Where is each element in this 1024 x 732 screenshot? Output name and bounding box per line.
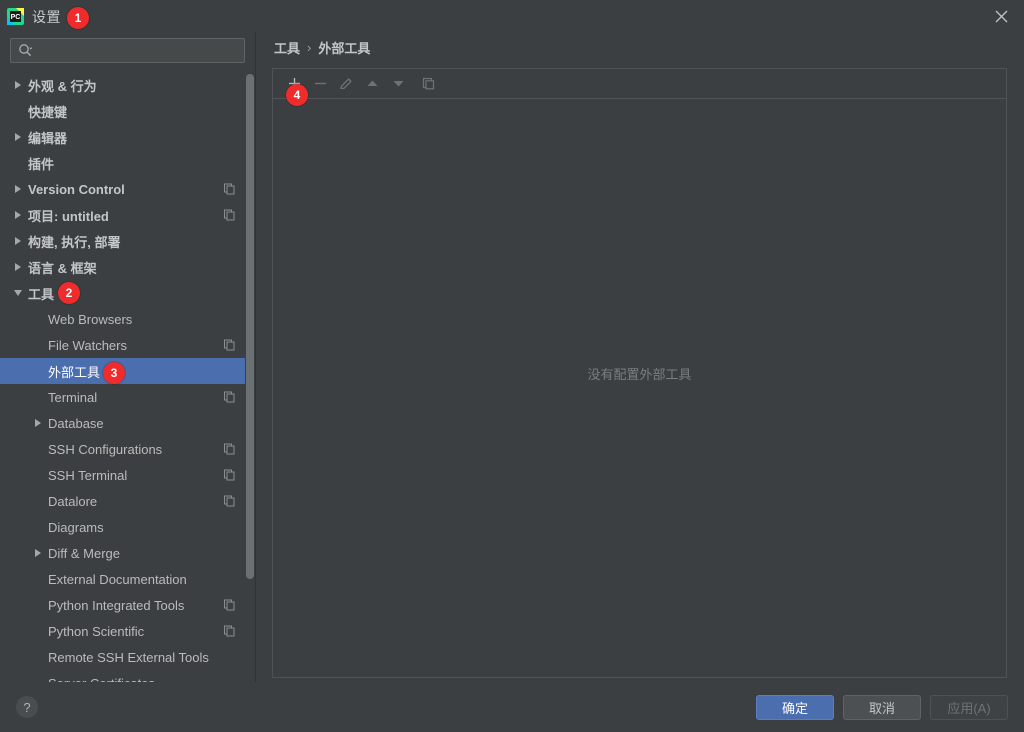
external-tools-panel: 没有配置外部工具 bbox=[272, 68, 1007, 678]
sidebar-item-ssh-configurations[interactable]: SSH Configurations bbox=[0, 436, 255, 462]
project-scope-icon bbox=[223, 391, 236, 404]
sidebar-item-label: 插件 bbox=[28, 156, 55, 172]
sidebar-item-ssh-terminal[interactable]: SSH Terminal bbox=[0, 462, 255, 488]
sidebar-item-label: Python Scientific bbox=[48, 623, 145, 639]
sidebar-item-untitled[interactable]: 项目: untitled bbox=[0, 202, 255, 228]
sidebar-item-label: External Documentation bbox=[48, 571, 187, 587]
search-icon bbox=[17, 43, 33, 59]
sidebar-item-version-control[interactable]: Version Control bbox=[0, 176, 255, 202]
sidebar-item-item-11[interactable]: 外部工具 bbox=[0, 358, 255, 384]
sidebar-item-label: 项目: untitled bbox=[28, 208, 109, 224]
sidebar-item-item-2[interactable]: 编辑器 bbox=[0, 124, 255, 150]
pycharm-icon: PC bbox=[7, 8, 24, 25]
sidebar-item-remote-ssh-external-tools[interactable]: Remote SSH External Tools bbox=[0, 644, 255, 670]
dialog-footer: ? 确定 取消 应用(A) bbox=[0, 682, 1024, 732]
sidebar-item-item-0[interactable]: 外观 & 行为 bbox=[0, 72, 255, 98]
settings-tree: 外观 & 行为 快捷键编辑器插件 Version Control 项目: untitl… bbox=[0, 72, 255, 682]
search-input[interactable] bbox=[33, 40, 244, 61]
chevron-right-icon[interactable] bbox=[10, 211, 26, 219]
sidebar-item-terminal[interactable]: Terminal bbox=[0, 384, 255, 410]
sidebar-item-label: Python Integrated Tools bbox=[48, 597, 185, 613]
settings-sidebar[interactable]: 外观 & 行为 快捷键编辑器插件 Version Control 项目: untitl… bbox=[0, 72, 255, 682]
project-scope-icon bbox=[223, 183, 236, 196]
sidebar-item-file-watchers[interactable]: File Watchers bbox=[0, 332, 255, 358]
sidebar-item-item-1[interactable]: 快捷键 bbox=[0, 98, 255, 124]
sidebar-item-label: File Watchers bbox=[48, 337, 127, 353]
sidebar-item-label: Database bbox=[48, 415, 104, 431]
sidebar-item-label: Web Browsers bbox=[48, 311, 133, 327]
annotation-badge-2: 2 bbox=[58, 282, 80, 304]
sidebar-item-item-7[interactable]: 语言 & 框架 bbox=[0, 254, 255, 280]
project-scope-icon bbox=[223, 209, 236, 222]
sidebar-item-label: 外部工具 bbox=[48, 364, 101, 380]
sidebar-item-diagrams[interactable]: Diagrams bbox=[0, 514, 255, 540]
annotation-badge-4: 4 bbox=[286, 84, 308, 106]
project-scope-icon bbox=[223, 599, 236, 612]
sidebar-item-python-scientific[interactable]: Python Scientific bbox=[0, 618, 255, 644]
project-scope-icon bbox=[223, 469, 236, 482]
breadcrumb-parent[interactable]: 工具 bbox=[274, 38, 300, 57]
sidebar-item-label: 工具 bbox=[28, 286, 55, 302]
sidebar-item-label: 语言 & 框架 bbox=[28, 260, 97, 276]
chevron-right-icon[interactable] bbox=[10, 237, 26, 245]
sidebar-item-label: 构建, 执行, 部署 bbox=[28, 234, 121, 250]
sidebar-item-label: SSH Terminal bbox=[48, 467, 128, 483]
sidebar-item-label: Diagrams bbox=[48, 519, 104, 535]
close-icon[interactable] bbox=[978, 0, 1024, 32]
svg-text:PC: PC bbox=[11, 14, 21, 21]
breadcrumb: 工具 › 外部工具 bbox=[274, 38, 370, 57]
cancel-button[interactable]: 取消 bbox=[843, 695, 921, 720]
chevron-right-icon[interactable] bbox=[10, 133, 26, 141]
sidebar-item-label: 编辑器 bbox=[28, 130, 68, 146]
project-scope-icon bbox=[223, 443, 236, 456]
sidebar-item-diff-merge[interactable]: Diff & Merge bbox=[0, 540, 255, 566]
sidebar-item-database[interactable]: Database bbox=[0, 410, 255, 436]
sidebar-item-label: 快捷键 bbox=[28, 104, 68, 120]
annotation-badge-1: 1 bbox=[67, 7, 89, 29]
annotation-badge-3: 3 bbox=[103, 362, 125, 384]
sidebar-item-label: Terminal bbox=[48, 389, 98, 405]
sidebar-item-label: Remote SSH External Tools bbox=[48, 649, 209, 665]
sidebar-item-label: Version Control bbox=[28, 181, 125, 197]
chevron-down-icon[interactable] bbox=[10, 290, 26, 296]
project-scope-icon bbox=[223, 625, 236, 638]
sidebar-item-external-documentation[interactable]: External Documentation bbox=[0, 566, 255, 592]
sidebar-item-label: 外观 & 行为 bbox=[28, 78, 97, 94]
sidebar-item-item-8[interactable]: 工具 bbox=[0, 280, 255, 306]
sidebar-item-server-certificates[interactable]: Server Certificates bbox=[0, 670, 255, 683]
ok-button[interactable]: 确定 bbox=[756, 695, 834, 720]
settings-search-box[interactable] bbox=[10, 38, 245, 63]
project-scope-icon bbox=[223, 495, 236, 508]
sidebar-scrollbar-thumb[interactable] bbox=[246, 74, 254, 579]
sidebar-item-datalore[interactable]: Datalore bbox=[0, 488, 255, 514]
sidebar-item-item-6[interactable]: 构建, 执行, 部署 bbox=[0, 228, 255, 254]
sidebar-item-python-integrated-tools[interactable]: Python Integrated Tools bbox=[0, 592, 255, 618]
help-button[interactable]: ? bbox=[16, 696, 38, 718]
project-scope-icon bbox=[223, 339, 236, 352]
breadcrumb-separator: › bbox=[307, 40, 312, 55]
main-content: 工具 › 外部工具 没有配置外部工具 bbox=[256, 32, 1024, 682]
sidebar-item-item-3[interactable]: 插件 bbox=[0, 150, 255, 176]
settings-dialog: PC 设置 外观 & 行为 快捷键编辑器插件 Version Control 项目: … bbox=[0, 0, 1024, 732]
chevron-right-icon[interactable] bbox=[10, 263, 26, 271]
sidebar-item-label: Diff & Merge bbox=[48, 545, 121, 561]
breadcrumb-current: 外部工具 bbox=[318, 41, 371, 56]
sidebar-item-web-browsers[interactable]: Web Browsers bbox=[0, 306, 255, 332]
empty-state-message: 没有配置外部工具 bbox=[587, 366, 692, 382]
title-bar: PC 设置 bbox=[0, 0, 1024, 32]
chevron-right-icon[interactable] bbox=[10, 81, 26, 89]
window-title: 设置 bbox=[32, 9, 61, 25]
sidebar-item-label: Datalore bbox=[48, 493, 98, 509]
sidebar-item-label: SSH Configurations bbox=[48, 441, 163, 457]
chevron-right-icon[interactable] bbox=[30, 419, 46, 427]
chevron-right-icon[interactable] bbox=[30, 549, 46, 557]
apply-button[interactable]: 应用(A) bbox=[930, 695, 1008, 720]
chevron-right-icon[interactable] bbox=[10, 185, 26, 193]
